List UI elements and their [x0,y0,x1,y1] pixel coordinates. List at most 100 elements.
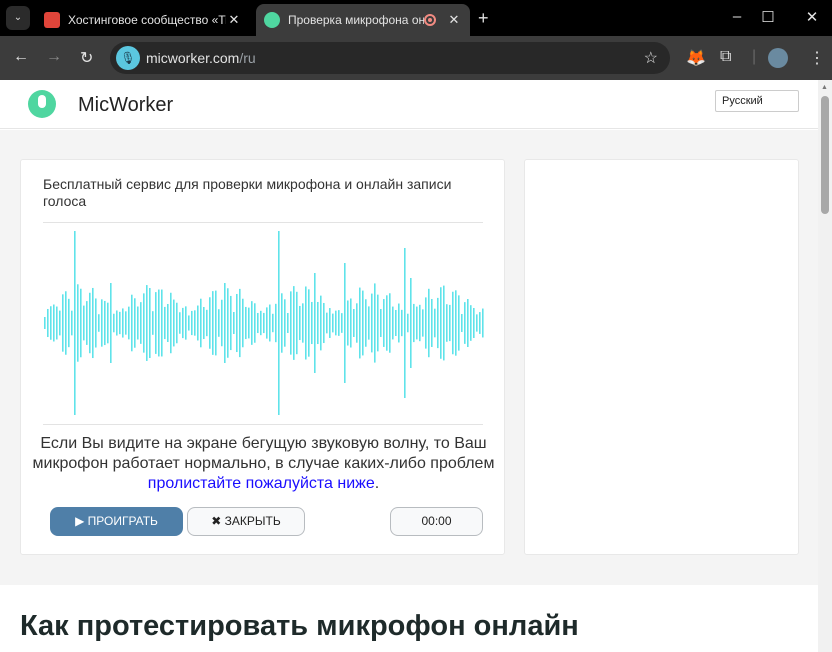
wave-bar [254,303,256,343]
wave-bar [257,312,259,334]
wave-bar [194,310,196,336]
wave-bar [410,278,412,368]
wave-bar [68,298,70,348]
wave-bar [452,291,454,355]
wave-bar [71,310,73,336]
scroll-down-link[interactable]: пролистайте пожалуйста ниже [148,475,375,492]
wave-bar [86,301,88,345]
wave-bar [80,288,82,358]
wave-bar [446,304,448,342]
wave-bar [65,291,67,355]
wave-bar [107,302,109,344]
wave-bar [206,309,208,337]
wave-bar [383,299,385,347]
wave-bar [95,298,97,348]
wave-bar [464,302,466,344]
wave-bar [158,289,160,357]
wave-bar [155,292,157,354]
wave-bar [161,289,163,357]
wave-bar [113,313,115,333]
reload-icon[interactable]: ↻ [80,48,93,68]
browser-toolbar: ← → ↻ 🎙 micworker.com/ru ☆ 🦊 ⧉ | ⋮ [0,36,832,80]
wave-bar [368,306,370,340]
wave-bar [308,289,310,357]
wave-bar [98,314,100,332]
wave-bar [170,292,172,354]
waveform [44,231,484,415]
close-tab-icon[interactable]: ✕ [226,12,242,28]
scrollbar[interactable]: ▲ [818,80,832,652]
extensions-icon[interactable]: ⧉ [720,48,731,66]
wave-bar [449,304,451,342]
site-brand[interactable]: MicWorker [78,94,173,117]
wave-bar [92,287,94,359]
wave-bar [242,298,244,348]
bookmark-star-icon[interactable]: ☆ [644,48,658,68]
profile-avatar[interactable] [768,48,788,68]
wave-bar [188,315,190,331]
close-window-button[interactable]: ✕ [797,8,827,26]
message-text: Если Вы видите на экране бегущую звукову… [32,435,495,472]
url-host: micworker.com [146,50,240,66]
wave-bar [212,291,214,355]
forward-icon[interactable]: → [46,48,62,66]
minimize-button[interactable]: – [722,8,752,25]
wave-bar [251,301,253,345]
divider [43,222,483,223]
wave-bar [311,301,313,345]
metamask-extension-icon[interactable]: 🦊 [686,48,706,68]
wave-bar [362,290,364,356]
wave-bar [62,294,64,352]
tab-timeweb[interactable]: Хостинговое сообщество «Timeweb» ✕ [36,4,250,36]
tab-title: Хостинговое сообщество «Timeweb» [68,13,226,27]
wave-bar [191,310,193,336]
wave-bar [128,306,130,340]
wave-bar [374,283,376,363]
site-mic-icon[interactable]: 🎙 [116,46,140,70]
wave-bar [239,288,241,358]
wave-bar [137,306,139,340]
play-button[interactable]: ▶ ПРОИГРАТЬ [50,507,183,536]
wave-bar [473,308,475,338]
scrollbar-thumb[interactable] [821,96,829,214]
wave-bar [395,309,397,337]
wave-bar [122,308,124,338]
wave-bar [317,301,319,345]
url-path: /ru [239,50,256,66]
wave-bar [428,288,430,358]
wave-bar [365,299,367,347]
wave-bar [284,299,286,347]
close-button[interactable]: ✖ ЗАКРЫТЬ [187,507,305,536]
wave-bar [173,299,175,347]
wave-bar [110,283,112,363]
wave-bar [323,302,325,344]
wave-bar [152,311,154,335]
wave-bar [224,283,226,363]
ad-panel [524,159,799,555]
close-tab-icon[interactable]: ✕ [446,12,462,28]
wave-bar [437,297,439,349]
wave-bar [341,313,343,333]
tab-search-button[interactable]: ⌄ [6,6,30,30]
menu-icon[interactable]: ⋮ [809,48,825,68]
language-select[interactable]: Русский [715,90,799,112]
wave-bar [209,297,211,349]
wave-bar [347,300,349,346]
wave-bar [116,310,118,336]
scroll-up-icon[interactable]: ▲ [821,84,828,91]
wave-bar [119,311,121,335]
address-bar[interactable]: 🎙 micworker.com/ru ☆ [110,42,670,74]
wave-bar [416,306,418,340]
wave-bar [407,313,409,333]
wave-bar [218,309,220,337]
tab-micworker[interactable]: Проверка микрофона онлайн ✕ [256,4,470,36]
wave-bar [182,307,184,339]
wave-bar [350,298,352,348]
wave-bar [50,306,52,340]
wave-bar [215,290,217,356]
maximize-button[interactable]: ☐ [753,8,783,26]
back-icon[interactable]: ← [13,48,29,66]
new-tab-button[interactable]: + [478,8,489,29]
wave-bar [467,299,469,347]
micworker-logo-icon[interactable] [28,90,56,118]
